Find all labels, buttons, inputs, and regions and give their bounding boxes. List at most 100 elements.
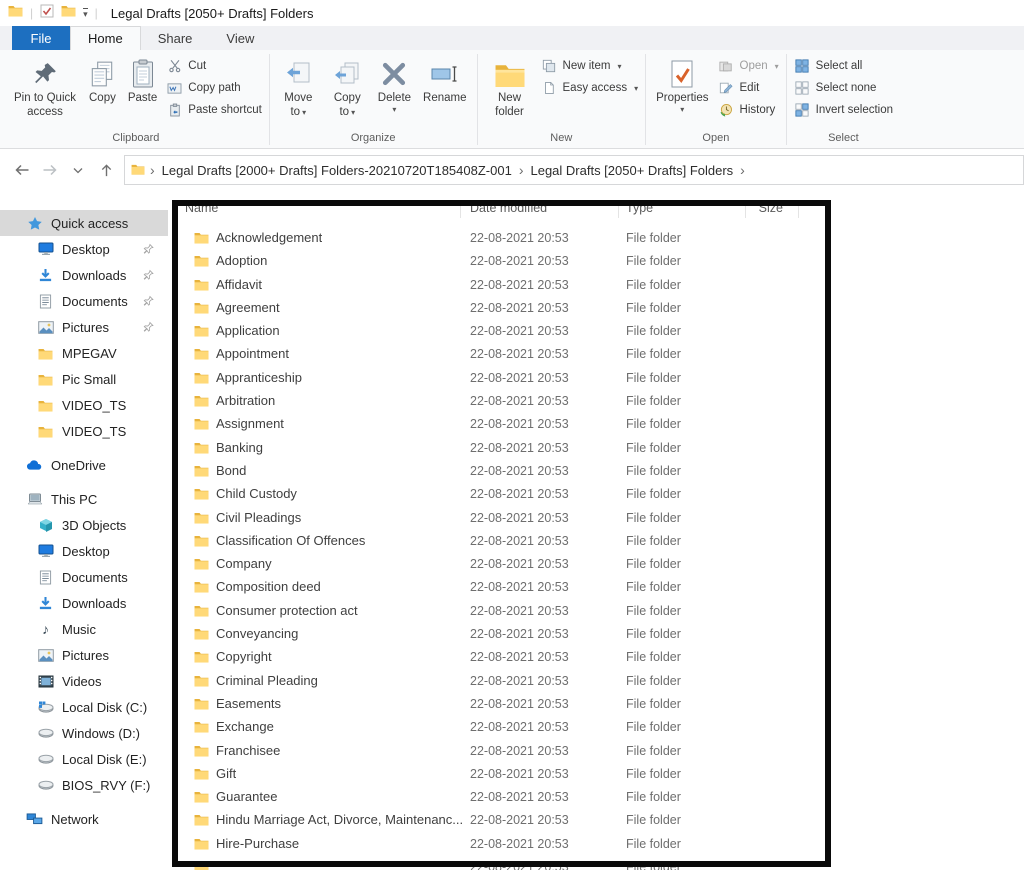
- sidebar-item-windows-d-[interactable]: Windows (D:): [0, 720, 168, 746]
- sidebar-item-bios-rvy-f-[interactable]: BIOS_RVY (F:): [0, 772, 168, 798]
- column-separator[interactable]: [745, 201, 746, 218]
- open-button[interactable]: Open▾: [718, 57, 779, 75]
- select-none-button[interactable]: Select none: [794, 79, 893, 97]
- sidebar-item-onedrive[interactable]: OneDrive: [0, 452, 168, 478]
- file-name[interactable]: Company: [216, 556, 272, 571]
- file-row[interactable]: Criminal Pleading22-08-2021 20:53File fo…: [168, 670, 1024, 693]
- file-name[interactable]: Gift: [216, 766, 236, 781]
- sidebar-item-network[interactable]: Network: [0, 806, 168, 832]
- file-name[interactable]: Adoption: [216, 253, 267, 268]
- file-row[interactable]: Application22-08-2021 20:53File folder: [168, 320, 1024, 343]
- breadcrumb-chevron-icon[interactable]: ›: [145, 162, 160, 178]
- edit-button[interactable]: Edit: [718, 79, 779, 97]
- new-folder-button[interactable]: New folder: [482, 53, 538, 119]
- file-row[interactable]: Composition deed22-08-2021 20:53File fol…: [168, 576, 1024, 599]
- sidebar-item-videos[interactable]: Videos: [0, 668, 168, 694]
- easy-access-button[interactable]: Easy access▾: [541, 79, 639, 97]
- sidebar-item-desktop[interactable]: Desktop: [0, 538, 168, 564]
- file-row[interactable]: Appointment22-08-2021 20:53File folder: [168, 343, 1024, 366]
- breadcrumb-segment[interactable]: Legal Drafts [2000+ Drafts] Folders-2021…: [160, 163, 514, 178]
- sidebar-item-video-ts[interactable]: VIDEO_TS: [0, 418, 168, 444]
- file-row[interactable]: Banking22-08-2021 20:53File folder: [168, 437, 1024, 460]
- breadcrumb-chevron-icon[interactable]: ›: [514, 162, 529, 178]
- sidebar-item-local-disk-c-[interactable]: Local Disk (C:): [0, 694, 168, 720]
- column-header-size[interactable]: Size: [733, 201, 783, 215]
- recent-locations-arrow-icon[interactable]: [68, 167, 88, 174]
- file-row[interactable]: Hire-Purchase22-08-2021 20:53File folder: [168, 833, 1024, 856]
- tab-home[interactable]: Home: [70, 26, 141, 50]
- file-row[interactable]: Franchisee22-08-2021 20:53File folder: [168, 740, 1024, 763]
- up-button[interactable]: [96, 163, 116, 178]
- file-name[interactable]: Hindu Marriage Act, Divorce, Maintenanc.…: [216, 812, 463, 827]
- customize-qat-arrow-icon[interactable]: ▾: [83, 8, 88, 18]
- properties-button[interactable]: Properties ▾: [650, 53, 714, 113]
- file-name[interactable]: Copyright: [216, 649, 272, 664]
- file-name[interactable]: Appointment: [216, 346, 289, 361]
- sidebar-item-pictures[interactable]: Pictures: [0, 642, 168, 668]
- file-row[interactable]: Copyright22-08-2021 20:53File folder: [168, 646, 1024, 669]
- file-row[interactable]: Company22-08-2021 20:53File folder: [168, 553, 1024, 576]
- file-name[interactable]: Assignment: [216, 416, 284, 431]
- tab-share[interactable]: Share: [141, 26, 210, 50]
- file-row[interactable]: Guarantee22-08-2021 20:53File folder: [168, 786, 1024, 809]
- sidebar-item-pictures[interactable]: Pictures: [0, 314, 168, 340]
- column-separator[interactable]: [618, 201, 619, 218]
- file-name[interactable]: Criminal Pleading: [216, 673, 318, 688]
- file-name[interactable]: Bond: [216, 463, 246, 478]
- sidebar-item-mpegav[interactable]: MPEGAV: [0, 340, 168, 366]
- tab-file[interactable]: File: [12, 26, 70, 50]
- file-row[interactable]: Civil Pleadings22-08-2021 20:53File fold…: [168, 507, 1024, 530]
- sidebar-item-documents[interactable]: Documents: [0, 564, 168, 590]
- rename-button[interactable]: Rename: [417, 53, 472, 106]
- file-name[interactable]: Application: [216, 323, 280, 338]
- file-row-partial[interactable]: 22-08-2021 20:53File folder: [168, 856, 1024, 870]
- copy-button[interactable]: Copy: [83, 53, 122, 106]
- cut-button[interactable]: Cut: [166, 57, 262, 75]
- sidebar-item-3d-objects[interactable]: 3D Objects: [0, 512, 168, 538]
- file-row[interactable]: Agreement22-08-2021 20:53File folder: [168, 297, 1024, 320]
- column-separator[interactable]: [460, 201, 461, 218]
- file-row[interactable]: Gift22-08-2021 20:53File folder: [168, 763, 1024, 786]
- file-name[interactable]: Exchange: [216, 719, 274, 734]
- sidebar-item-music[interactable]: ♪Music: [0, 616, 168, 642]
- paste-button[interactable]: Paste: [122, 53, 163, 106]
- properties-qat-icon[interactable]: [40, 4, 54, 23]
- file-name[interactable]: Guarantee: [216, 789, 277, 804]
- sidebar-item-local-disk-e-[interactable]: Local Disk (E:): [0, 746, 168, 772]
- paste-shortcut-button[interactable]: Paste shortcut: [166, 101, 262, 119]
- file-row[interactable]: Child Custody22-08-2021 20:53File folder: [168, 483, 1024, 506]
- copy-path-button[interactable]: Copy path: [166, 79, 262, 97]
- file-name[interactable]: Classification Of Offences: [216, 533, 365, 548]
- column-header-date-modified[interactable]: Date modified: [470, 201, 547, 215]
- file-row[interactable]: Adoption22-08-2021 20:53File folder: [168, 250, 1024, 273]
- file-row[interactable]: Affidavit22-08-2021 20:53File folder: [168, 274, 1024, 297]
- file-row[interactable]: Appranticeship22-08-2021 20:53File folde…: [168, 367, 1024, 390]
- file-row[interactable]: Bond22-08-2021 20:53File folder: [168, 460, 1024, 483]
- address-bar[interactable]: ›Legal Drafts [2000+ Drafts] Folders-202…: [124, 155, 1024, 185]
- column-header-type[interactable]: Type: [626, 201, 653, 215]
- column-separator[interactable]: [798, 201, 799, 218]
- copy-to-button[interactable]: Copy to▾: [323, 53, 372, 119]
- file-row[interactable]: Acknowledgement22-08-2021 20:53File fold…: [168, 227, 1024, 250]
- file-name[interactable]: Hire-Purchase: [216, 836, 299, 851]
- file-name[interactable]: Franchisee: [216, 743, 280, 758]
- file-name[interactable]: Civil Pleadings: [216, 510, 301, 525]
- file-row[interactable]: Easements22-08-2021 20:53File folder: [168, 693, 1024, 716]
- sidebar-item-downloads[interactable]: Downloads: [0, 262, 168, 288]
- file-row[interactable]: Consumer protection act22-08-2021 20:53F…: [168, 600, 1024, 623]
- select-all-button[interactable]: Select all: [794, 57, 893, 75]
- file-name[interactable]: Composition deed: [216, 579, 321, 594]
- file-name[interactable]: Easements: [216, 696, 281, 711]
- file-row[interactable]: Conveyancing22-08-2021 20:53File folder: [168, 623, 1024, 646]
- file-name[interactable]: Affidavit: [216, 277, 262, 292]
- pin-to-quick-access-button[interactable]: Pin to Quick access: [7, 53, 83, 119]
- new-item-button[interactable]: New item▾: [541, 57, 639, 75]
- forward-button[interactable]: [40, 163, 60, 177]
- file-row[interactable]: Hindu Marriage Act, Divorce, Maintenanc.…: [168, 809, 1024, 832]
- file-name[interactable]: Appranticeship: [216, 370, 302, 385]
- file-row[interactable]: Classification Of Offences22-08-2021 20:…: [168, 530, 1024, 553]
- history-button[interactable]: History: [718, 101, 779, 119]
- sidebar-item-this-pc[interactable]: This PC: [0, 486, 168, 512]
- file-row[interactable]: Assignment22-08-2021 20:53File folder: [168, 413, 1024, 436]
- breadcrumb-segment[interactable]: Legal Drafts [2050+ Drafts] Folders: [528, 163, 735, 178]
